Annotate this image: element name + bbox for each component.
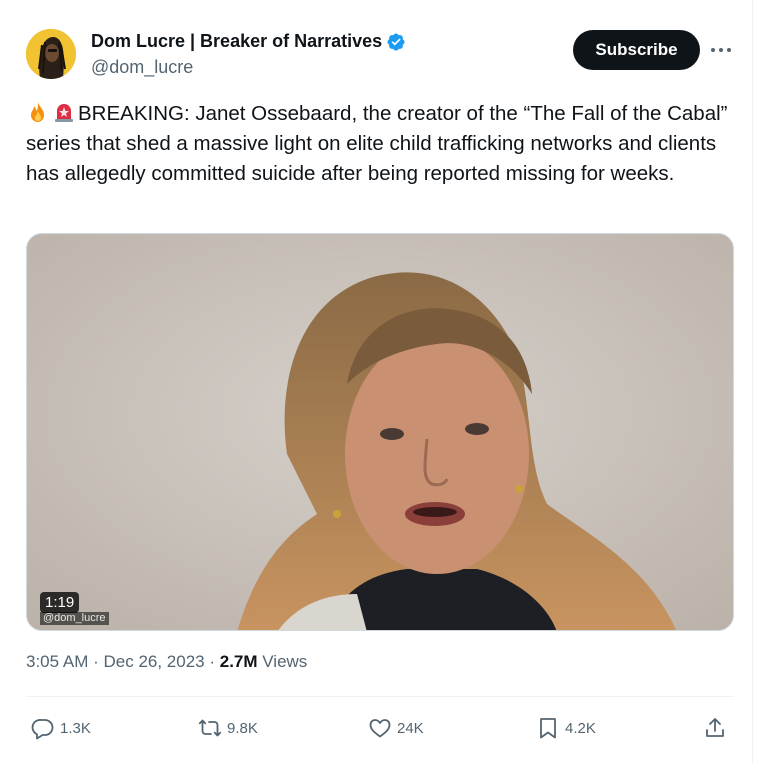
bookmark-icon	[540, 718, 556, 739]
repost-icon	[198, 719, 222, 737]
video-player[interactable]: 1:19 @dom_lucre	[26, 233, 734, 631]
reply-count: 1.3K	[60, 719, 91, 737]
tweet-text: BREAKING: Janet Ossebaard, the creator o…	[26, 99, 738, 189]
siren-emoji	[55, 104, 73, 122]
author-handle[interactable]: @dom_lucre	[91, 57, 193, 78]
bookmark-button[interactable]: 4.2K	[536, 708, 596, 748]
avatar[interactable]	[26, 29, 76, 79]
verified-badge-icon	[387, 32, 405, 51]
reply-icon	[31, 719, 54, 740]
share-button[interactable]	[703, 708, 732, 748]
reply-button[interactable]: 1.3K	[31, 708, 91, 748]
tweet-date[interactable]: Dec 26, 2023	[103, 652, 204, 672]
more-icon[interactable]	[708, 38, 734, 62]
video-duration: 1:19	[40, 592, 80, 613]
views-label: Views	[257, 652, 308, 671]
share-icon	[706, 718, 724, 737]
author-display-name[interactable]: Dom Lucre | Breaker of Narratives	[91, 31, 382, 52]
views-count: 2.7M	[219, 652, 258, 671]
bookmark-count: 4.2K	[565, 719, 596, 737]
video-watermark: @dom_lucre	[40, 612, 109, 625]
heart-icon	[369, 719, 391, 738]
video-thumbnail	[27, 234, 733, 630]
repost-button[interactable]: 9.8K	[198, 708, 258, 748]
fire-emoji	[31, 102, 44, 122]
like-count: 24K	[397, 719, 424, 737]
meta-separator: ·	[204, 652, 220, 671]
like-button[interactable]: 24K	[368, 708, 424, 748]
author-name-row[interactable]: Dom Lucre | Breaker of Narratives	[91, 31, 406, 52]
divider	[26, 696, 734, 697]
subscribe-button[interactable]: Subscribe	[573, 30, 700, 70]
tweet-card: Dom Lucre | Breaker of Narratives @dom_l…	[0, 0, 753, 763]
tweet-meta: 3:05 AM · Dec 26, 2023 · 2.7M Views	[26, 652, 307, 672]
tweet-time[interactable]: 3:05 AM	[26, 652, 88, 672]
meta-separator: ·	[88, 652, 104, 671]
action-bar: 1.3K 9.8K 24K 4.2K	[26, 708, 738, 748]
tweet-body: BREAKING: Janet Ossebaard, the creator o…	[26, 102, 728, 185]
repost-count: 9.8K	[227, 719, 258, 737]
